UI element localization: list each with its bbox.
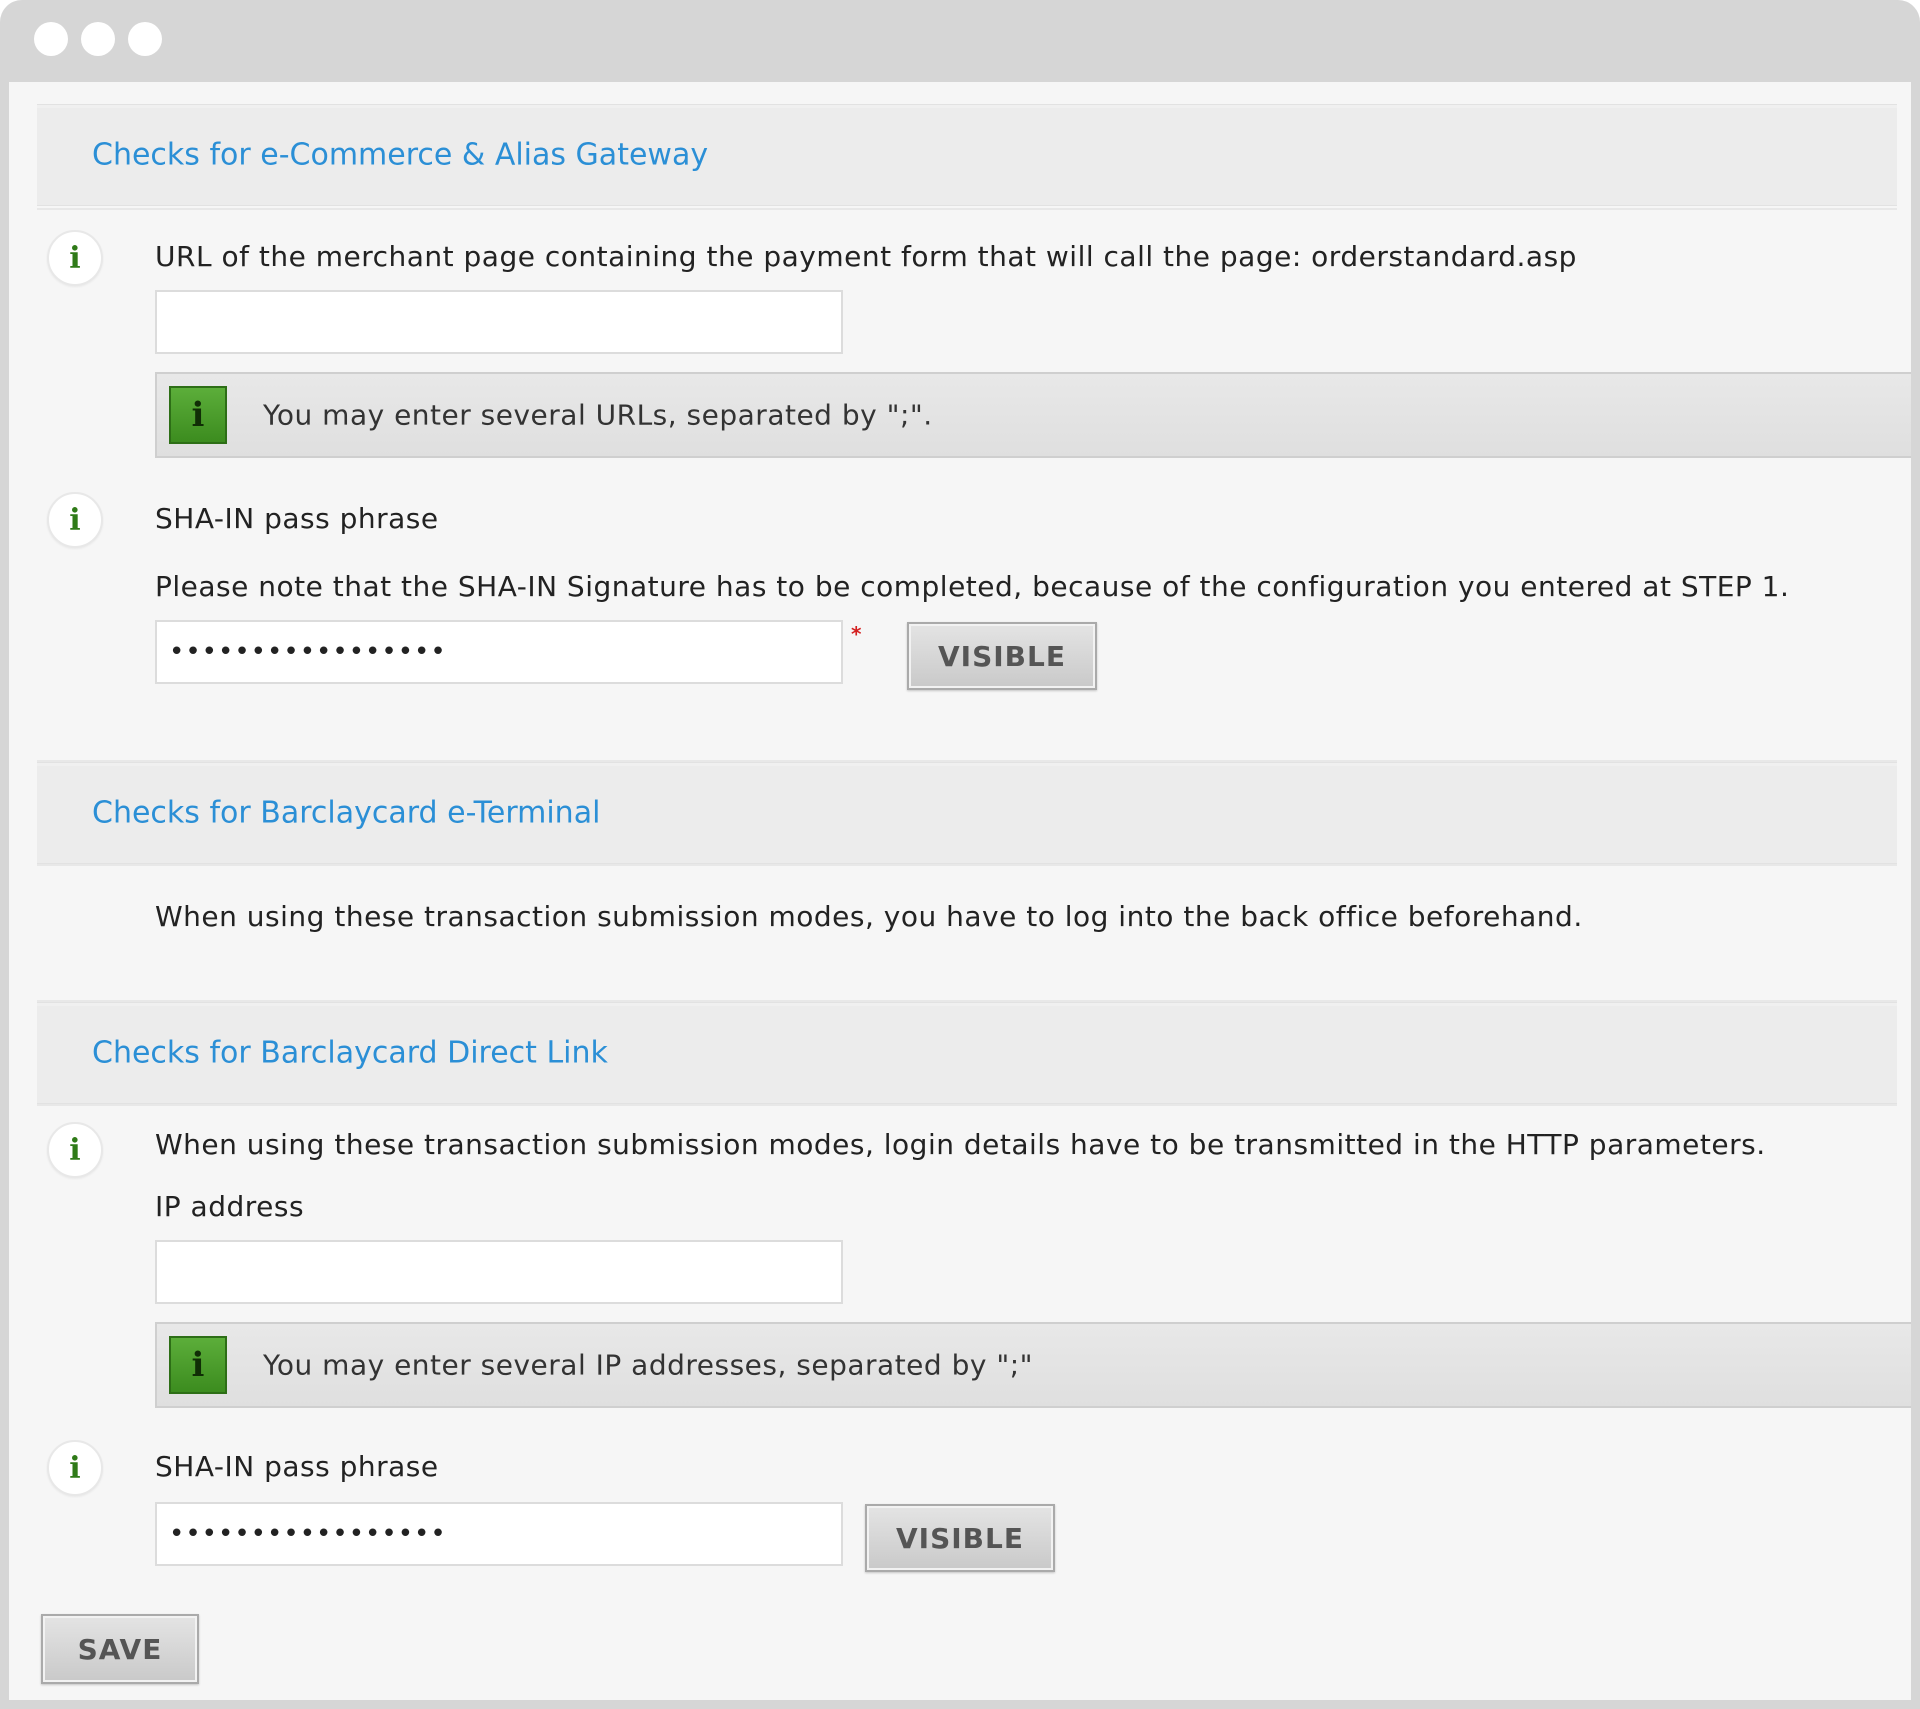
section-title: Checks for Barclaycard e-Terminal xyxy=(92,795,601,831)
visible-button[interactable]: VISIBLE xyxy=(865,1504,1055,1572)
url-hint-text: You may enter several URLs, separated by… xyxy=(263,398,933,432)
section-header-eterminal: Checks for Barclaycard e-Terminal xyxy=(37,762,1897,864)
divider xyxy=(37,864,1897,866)
ip-address-label: IP address xyxy=(155,1190,305,1223)
save-button[interactable]: SAVE xyxy=(41,1614,199,1684)
url-label: URL of the merchant page containing the … xyxy=(155,240,1577,273)
merchant-url-input[interactable] xyxy=(155,290,843,354)
ip-address-input[interactable] xyxy=(155,1240,843,1304)
info-icon[interactable]: i xyxy=(47,1122,103,1178)
close-window-icon[interactable] xyxy=(34,22,68,56)
section-title: Checks for Barclaycard Direct Link xyxy=(92,1035,608,1071)
info-icon[interactable]: i xyxy=(47,492,103,548)
info-icon[interactable]: i xyxy=(47,1440,103,1496)
ip-hint-bar: i You may enter several IP addresses, se… xyxy=(155,1322,1911,1408)
visible-button[interactable]: VISIBLE xyxy=(907,622,1097,690)
section-header-ecommerce: Checks for e-Commerce & Alias Gateway xyxy=(37,104,1897,206)
required-marker: * xyxy=(851,622,862,646)
section-title: Checks for e-Commerce & Alias Gateway xyxy=(92,137,709,173)
zoom-window-icon[interactable] xyxy=(128,22,162,56)
sha-in-note: Please note that the SHA-IN Signature ha… xyxy=(155,570,1790,603)
section-header-direct-link: Checks for Barclaycard Direct Link xyxy=(37,1002,1897,1104)
url-hint-bar: i You may enter several URLs, separated … xyxy=(155,372,1911,458)
window-titlebar xyxy=(0,0,1920,82)
hint-info-icon: i xyxy=(169,1336,227,1394)
sha-in-passphrase-input[interactable] xyxy=(155,1502,843,1566)
info-icon[interactable]: i xyxy=(47,230,103,286)
divider xyxy=(37,1104,1897,1106)
direct-link-note: When using these transaction submission … xyxy=(155,1128,1766,1161)
sha-in-label: SHA-IN pass phrase xyxy=(155,502,439,535)
sha-in-passphrase-input[interactable] xyxy=(155,620,843,684)
divider xyxy=(37,208,1897,210)
eterminal-note: When using these transaction submission … xyxy=(155,900,1583,933)
page-content: Checks for e-Commerce & Alias Gateway i … xyxy=(9,82,1911,1700)
sha-in-label: SHA-IN pass phrase xyxy=(155,1450,439,1483)
minimize-window-icon[interactable] xyxy=(81,22,115,56)
hint-info-icon: i xyxy=(169,386,227,444)
browser-window: Checks for e-Commerce & Alias Gateway i … xyxy=(0,0,1920,1709)
ip-hint-text: You may enter several IP addresses, sepa… xyxy=(263,1348,1034,1382)
